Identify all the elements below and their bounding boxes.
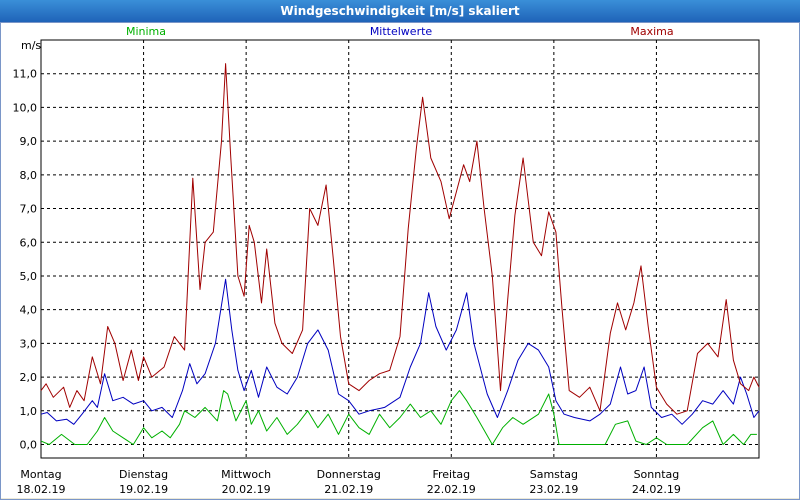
x-date-label: 18.02.19 bbox=[17, 483, 66, 496]
x-day-label: Mittwoch bbox=[221, 468, 271, 481]
y-axis-unit-label: m/s bbox=[21, 39, 41, 52]
x-day-label: Samstag bbox=[530, 468, 578, 481]
x-date-label: 23.02.19 bbox=[529, 483, 578, 496]
y-tick-label: 10,0 bbox=[13, 101, 38, 114]
wind-speed-chart: 0,0 1,0 2,0 3,0 4,0 5,0 6,0 7,0 8,0 9,0 10,0 11,0 M… bbox=[0, 22, 800, 498]
y-tick-label: 4,0 bbox=[20, 304, 38, 317]
y-tick-label: 8,0 bbox=[20, 169, 38, 182]
x-date-label: 20.02.19 bbox=[222, 483, 271, 496]
x-date-label: 21.02.19 bbox=[324, 483, 373, 496]
x-day-label: Dienstag bbox=[119, 468, 168, 481]
legend-mittelwerte: Mittelwerte bbox=[370, 25, 433, 38]
y-tick-label: 3,0 bbox=[20, 337, 38, 350]
x-date-label: 24.02.19 bbox=[632, 483, 681, 496]
x-day-label: Freitag bbox=[432, 468, 470, 481]
x-date-label: 19.02.19 bbox=[119, 483, 168, 496]
window-title: Windgeschwindigkeit [m/s] skaliert bbox=[0, 0, 800, 22]
y-tick-label: 6,0 bbox=[20, 236, 38, 249]
y-tick-label: 9,0 bbox=[20, 135, 38, 148]
y-tick-label: 1,0 bbox=[20, 405, 38, 418]
x-date-label: 22.02.19 bbox=[427, 483, 476, 496]
legend-maxima: Maxima bbox=[630, 25, 673, 38]
y-tick-label: 2,0 bbox=[20, 371, 38, 384]
x-day-label: Sonntag bbox=[634, 468, 680, 481]
x-day-label: Montag bbox=[20, 468, 61, 481]
x-day-label: Donnerstag bbox=[317, 468, 381, 481]
y-tick-label: 0,0 bbox=[20, 439, 38, 452]
y-tick-label: 5,0 bbox=[20, 270, 38, 283]
y-tick-label: 11,0 bbox=[13, 68, 38, 81]
legend-minima: Minima bbox=[126, 25, 166, 38]
y-tick-label: 7,0 bbox=[20, 203, 38, 216]
